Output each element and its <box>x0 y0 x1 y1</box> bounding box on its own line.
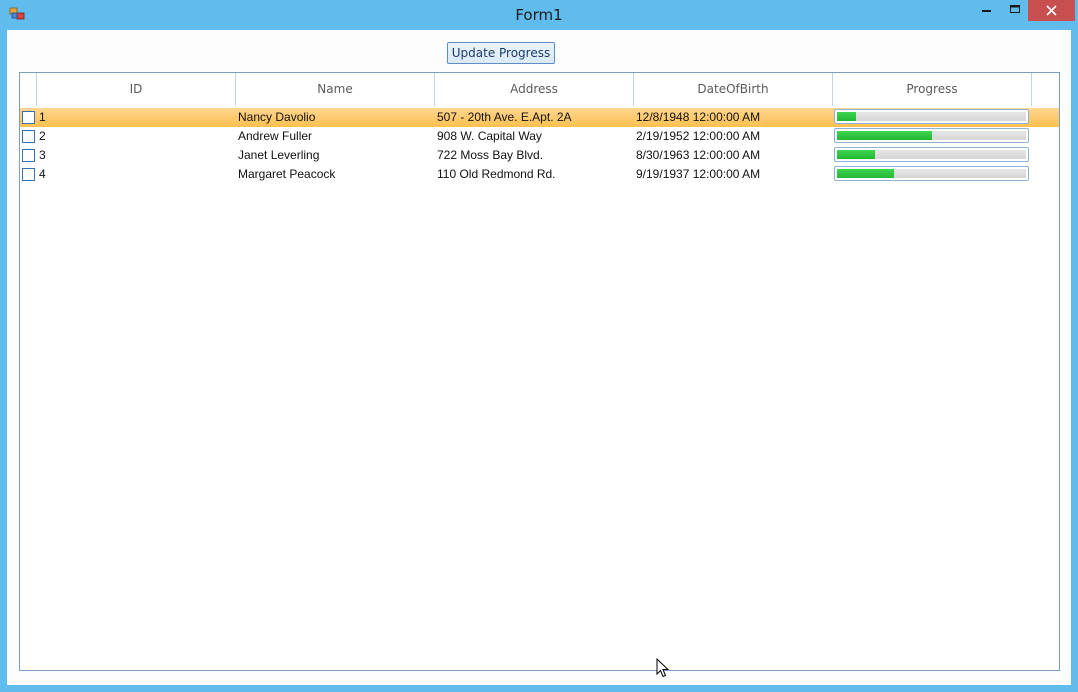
header-select-column[interactable] <box>20 73 37 106</box>
cell-name: Nancy Davolio <box>238 110 316 124</box>
maximize-icon <box>1010 5 1020 13</box>
cell-date-of-birth: 12/8/1948 12:00:00 AM <box>636 110 761 124</box>
cell-address: 507 - 20th Ave. E.Apt. 2A <box>437 110 572 124</box>
table-row[interactable]: 4 Margaret Peacock 110 Old Redmond Rd. 9… <box>20 165 1059 184</box>
table-row[interactable]: 3 Janet Leverling 722 Moss Bay Blvd. 8/3… <box>20 146 1059 165</box>
progress-bar <box>834 128 1029 143</box>
row-checkbox[interactable] <box>22 130 35 143</box>
close-button[interactable] <box>1028 0 1075 21</box>
update-progress-button[interactable]: Update Progress <box>447 42 555 64</box>
cell-name: Andrew Fuller <box>238 129 313 143</box>
table-row[interactable]: 2 Andrew Fuller 908 W. Capital Way 2/19/… <box>20 127 1059 146</box>
cell-id: 4 <box>39 167 46 181</box>
cell-date-of-birth: 8/30/1963 12:00:00 AM <box>636 148 761 162</box>
header-date-of-birth[interactable]: DateOfBirth <box>634 73 833 106</box>
app-window: Form1 Update Progress ID Name Address Da… <box>0 0 1078 692</box>
cell-date-of-birth: 9/19/1937 12:00:00 AM <box>636 167 761 181</box>
progress-fill <box>837 131 932 140</box>
mouse-cursor-icon <box>656 658 670 678</box>
maximize-button[interactable] <box>1000 0 1029 21</box>
cell-id: 2 <box>39 129 46 143</box>
table-row[interactable]: 1 Nancy Davolio 507 - 20th Ave. E.Apt. 2… <box>20 108 1059 127</box>
form-client-area: Update Progress ID Name Address DateOfBi… <box>7 30 1071 685</box>
row-checkbox[interactable] <box>22 111 35 124</box>
window-title: Form1 <box>515 6 563 24</box>
minimize-button[interactable] <box>972 0 1001 21</box>
progress-fill <box>837 169 894 178</box>
title-bar[interactable]: Form1 <box>0 0 1078 30</box>
row-checkbox[interactable] <box>22 168 35 181</box>
header-name[interactable]: Name <box>236 73 435 106</box>
cell-name: Margaret Peacock <box>238 167 336 181</box>
close-icon <box>1046 5 1057 16</box>
data-grid[interactable]: ID Name Address DateOfBirth Progress 1 N… <box>19 72 1060 671</box>
header-address[interactable]: Address <box>435 73 634 106</box>
progress-bar <box>834 147 1029 162</box>
cell-id: 1 <box>39 110 46 124</box>
progress-bar <box>834 109 1029 124</box>
cell-address: 908 W. Capital Way <box>437 129 542 143</box>
cell-id: 3 <box>39 148 46 162</box>
cell-address: 110 Old Redmond Rd. <box>437 167 556 181</box>
grid-header: ID Name Address DateOfBirth Progress <box>20 73 1059 106</box>
header-progress[interactable]: Progress <box>833 73 1032 106</box>
header-id[interactable]: ID <box>37 73 236 106</box>
minimize-icon <box>982 10 991 12</box>
progress-bar <box>834 166 1029 181</box>
row-checkbox[interactable] <box>22 149 35 162</box>
progress-fill <box>837 112 856 121</box>
cell-name: Janet Leverling <box>238 148 320 162</box>
cell-date-of-birth: 2/19/1952 12:00:00 AM <box>636 129 761 143</box>
cell-address: 722 Moss Bay Blvd. <box>437 148 544 162</box>
progress-fill <box>837 150 875 159</box>
